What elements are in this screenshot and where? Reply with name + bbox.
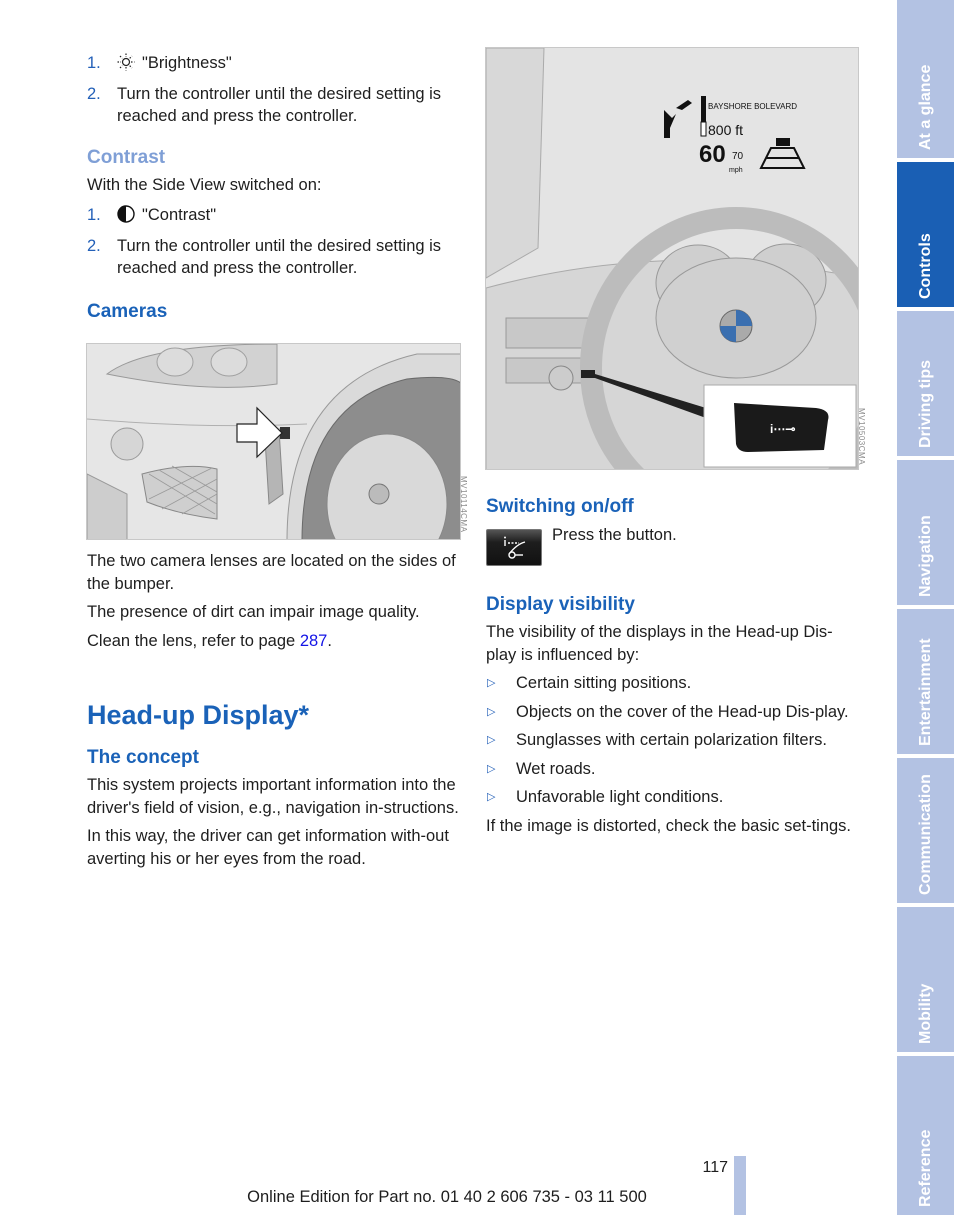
- figure-code: MV10114CMA: [459, 476, 468, 533]
- page-number: 117: [702, 1159, 728, 1176]
- paragraph: This system projects important informati…: [87, 776, 459, 817]
- hud-speed-unit: mph: [729, 167, 743, 174]
- tab-label: Mobility: [916, 983, 934, 1044]
- paragraph: In this way, the driver can get informat…: [87, 827, 449, 868]
- clean-text-end: .: [327, 631, 332, 650]
- section-heading-cameras: Cameras: [87, 300, 168, 322]
- step-number: 1.: [87, 54, 101, 72]
- list-item: ▷ Certain sitting positions.: [486, 672, 858, 695]
- tab-label: Entertainment: [916, 638, 934, 746]
- page-section-title: Head-up Display*: [87, 700, 310, 730]
- section-heading-contrast: Contrast: [87, 146, 166, 168]
- list-item: ▷ Sunglasses with certain polarization fi…: [486, 729, 858, 752]
- clean-text: Clean the lens, refer to page: [87, 631, 300, 650]
- tab-label: At a glance: [916, 64, 934, 150]
- hud-speed: 60: [699, 141, 726, 168]
- step-number: 1.: [87, 206, 101, 224]
- triangle-bullet-icon: ▷: [487, 705, 496, 718]
- step-text: Turn the controller until the desired se…: [117, 236, 442, 278]
- list-item: 2. Turn the controller until the desired…: [87, 83, 462, 128]
- triangle-bullet-icon: ▷: [487, 734, 496, 746]
- triangle-bullet-icon: ▷: [487, 791, 496, 803]
- tab-reference[interactable]: Reference: [897, 1056, 954, 1215]
- list-item-text: Certain sitting positions.: [516, 674, 692, 692]
- tab-label: Driving tips: [916, 359, 934, 448]
- step-number: 2.: [87, 236, 101, 255]
- tab-label: Reference: [916, 1129, 934, 1207]
- camera-location-illustration: [86, 343, 461, 540]
- section-heading-switching: Switching on/off: [486, 496, 634, 517]
- triangle-bullet-icon: ▷: [487, 677, 496, 689]
- hud-distance: 800 ft: [708, 122, 744, 138]
- paragraph: The visibility of the displays in the He…: [486, 623, 833, 664]
- head-up-display-button-icon: [486, 529, 542, 566]
- list-item-text: Unfavorable light conditions.: [516, 788, 724, 806]
- tab-at-a-glance[interactable]: At a glance: [897, 0, 954, 158]
- cameras-text: The two camera lenses are located on the…: [87, 550, 462, 876]
- tab-label: Controls: [916, 233, 934, 299]
- step-text: "Brightness": [142, 54, 232, 72]
- svg-text:i⋯⊸: i⋯⊸: [770, 422, 795, 436]
- list-item: 1. "Contrast": [87, 204, 462, 230]
- tab-communication[interactable]: Communication: [897, 758, 954, 903]
- tab-navigation[interactable]: Navigation: [897, 460, 954, 605]
- step-text: Turn the controller until the desired se…: [117, 84, 442, 126]
- left-column: 1. "Brightness" 2. Turn the controller u…: [87, 52, 462, 324]
- paragraph: The presence of dirt can impair image qu…: [87, 603, 420, 621]
- list-item: ▷ Objects on the cover of the Head-up Dis…: [486, 701, 858, 724]
- list-item-text: Sunglasses with certain polarization fil…: [516, 731, 827, 749]
- tab-label: Navigation: [916, 515, 934, 597]
- list-item-text: Objects on the cover of the Head-up Dis-…: [516, 702, 849, 721]
- paragraph: With the Side View switched on:: [87, 175, 322, 194]
- tab-mobility[interactable]: Mobility: [897, 907, 954, 1052]
- step-number: 2.: [87, 84, 101, 103]
- paragraph: Clean the lens, refer to page 287.: [87, 630, 462, 653]
- paragraph: The two camera lenses are located on the…: [87, 552, 456, 593]
- list-item: ▷ Unfavorable light conditions.: [486, 786, 858, 809]
- tab-driving-tips[interactable]: Driving tips: [897, 311, 954, 456]
- chapter-sidebar: At a glance Controls Driving tips Naviga…: [897, 0, 954, 1215]
- step-text: "Contrast": [142, 206, 217, 224]
- list-item: ▷ Wet roads.: [486, 758, 858, 781]
- tab-label: Communication: [916, 774, 934, 895]
- edition-text: Online Edition for Part no. 01 40 2 606 …: [247, 1188, 647, 1206]
- list-item: 1. "Brightness": [87, 52, 462, 78]
- paragraph: If the image is distorted, check the bas…: [486, 816, 852, 835]
- page-link[interactable]: 287: [300, 632, 328, 650]
- list-item-text: Wet roads.: [516, 759, 596, 778]
- triangle-bullet-icon: ▷: [487, 762, 496, 775]
- half-circle-contrast-icon: [117, 205, 135, 230]
- section-heading-concept: The concept: [87, 747, 199, 768]
- list-item: 2. Turn the controller until the desired…: [87, 235, 462, 280]
- tab-entertainment[interactable]: Entertainment: [897, 609, 954, 754]
- head-up-display-illustration: i⋯⊸ BAYSHORE BOLEVARD 800 ft 60 70 mph: [485, 47, 859, 470]
- footer-edition: Online Edition for Part no. 01 40 2 606 …: [0, 1186, 894, 1209]
- tab-controls[interactable]: Controls: [897, 162, 954, 307]
- figure-code: MV10503CMA: [857, 408, 866, 466]
- section-heading-visibility: Display visibility: [486, 594, 635, 615]
- hud-street-name: BAYSHORE BOLEVARD: [708, 102, 798, 111]
- sun-icon: [117, 53, 135, 78]
